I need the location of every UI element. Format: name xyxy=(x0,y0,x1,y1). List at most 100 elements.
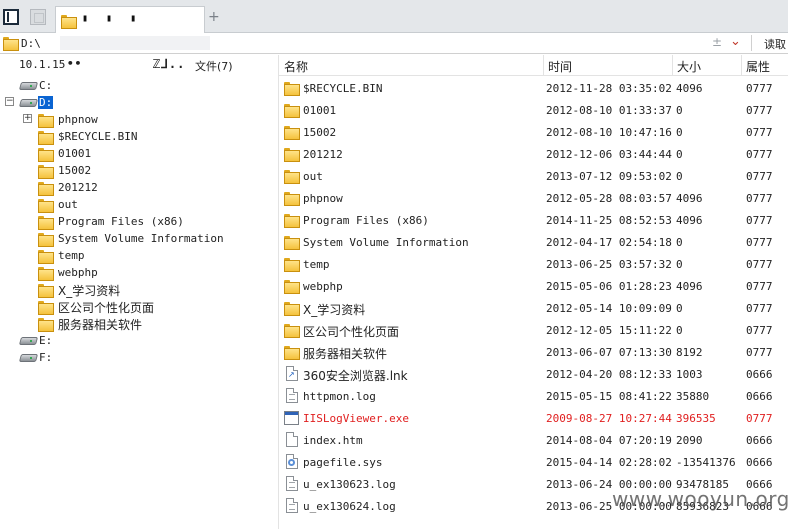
cell-time: 2013-06-25 03:57:32 xyxy=(546,258,672,271)
table-row[interactable]: ↗ 360安全浏览器.lnk 2012-04-20 08:12:33 1003 0666 xyxy=(279,363,788,385)
tree-item-f-drive[interactable]: F: xyxy=(0,349,270,366)
cell-time: 2015-05-15 08:41:22 xyxy=(546,390,672,403)
cell-attr: 0777 xyxy=(746,82,773,95)
tree-item-folder[interactable]: 服务器相关软件 xyxy=(0,315,270,332)
expand-icon[interactable]: + xyxy=(23,114,32,123)
table-row[interactable]: Program Files (x86) 2014-11-25 08:52:53 40… xyxy=(279,209,788,231)
cell-time: 2014-08-04 07:20:19 xyxy=(546,434,672,447)
tree-item-folder[interactable]: out xyxy=(0,196,270,213)
cell-name: X_学习资料 xyxy=(303,303,366,317)
cell-size: 0 xyxy=(676,148,683,161)
address-bar: D:\ ± ⌄ 读取 xyxy=(0,33,788,54)
address-highlight xyxy=(60,36,210,50)
column-divider[interactable] xyxy=(543,55,544,76)
read-button[interactable]: 读取 xyxy=(764,36,786,52)
sidebar-toggle-icon[interactable] xyxy=(3,9,19,25)
tab-active[interactable]: ▮ ▮ ▮ xyxy=(55,6,205,33)
cell-time: 2012-04-17 02:54:18 xyxy=(546,236,672,249)
tree-item-e-drive[interactable]: E: xyxy=(0,332,270,349)
watermark: www.wooyun.org xyxy=(612,487,788,511)
cell-size: 0 xyxy=(676,302,683,315)
column-header-name[interactable]: 名称 xyxy=(284,58,308,75)
cell-time: 2012-04-20 08:12:33 xyxy=(546,368,672,381)
shortcut-icon: ↗ xyxy=(286,366,298,381)
tree-item-d-drive[interactable]: − D: xyxy=(0,94,270,111)
folder-icon xyxy=(38,114,54,128)
table-row[interactable]: phpnow 2012-05-28 08:03:57 4096 0777 xyxy=(279,187,788,209)
table-row[interactable]: $RECYCLE.BIN 2012-11-28 03:35:02 4096 0777 xyxy=(279,77,788,99)
cell-name: 15002 xyxy=(303,126,337,139)
column-header-time[interactable]: 时间 xyxy=(548,58,572,75)
plus-minus-icon[interactable]: ± xyxy=(712,35,722,49)
table-row[interactable]: httpmon.log 2015-05-15 08:41:22 35880 0666 xyxy=(279,385,788,407)
cell-name: $RECYCLE.BIN xyxy=(303,82,383,95)
table-row[interactable]: pagefile.sys 2015-04-14 02:28:02 -13541376… xyxy=(279,451,788,473)
table-row[interactable]: 区公司个性化页面 2012-12-05 15:11:22 0 0777 xyxy=(279,319,788,341)
cell-size: 4096 xyxy=(676,280,703,293)
cell-name: temp xyxy=(303,258,330,271)
cell-attr: 0777 xyxy=(746,192,773,205)
table-row[interactable]: X_学习资料 2012-05-14 10:09:09 0 0777 xyxy=(279,297,788,319)
tab-bar: ▮ ▮ ▮ + xyxy=(0,0,788,33)
table-row[interactable]: index.htm 2014-08-04 07:20:19 2090 0666 xyxy=(279,429,788,451)
tree-item-folder[interactable]: X_学习资料 xyxy=(0,281,270,298)
cell-attr: 0666 xyxy=(746,390,773,403)
tree-item-folder[interactable]: 区公司个性化页面 xyxy=(0,298,270,315)
table-row[interactable]: 服务器相关软件 2013-06-07 07:13:30 8192 0777 xyxy=(279,341,788,363)
column-divider[interactable] xyxy=(672,55,673,76)
collapse-icon[interactable]: − xyxy=(5,97,14,106)
system-file-icon xyxy=(286,454,298,469)
folder-icon xyxy=(284,258,300,272)
folder-icon xyxy=(38,267,54,281)
table-row[interactable]: temp 2013-06-25 03:57:32 0 0777 xyxy=(279,253,788,275)
divider xyxy=(751,35,752,51)
directory-tree: C: − D: + phpnow $RECYCLE.BIN 01001 1500… xyxy=(0,75,278,529)
folder-icon xyxy=(284,170,300,184)
folder-icon xyxy=(284,192,300,206)
cell-name: pagefile.sys xyxy=(303,456,383,469)
table-row[interactable]: IISLogViewer.exe 2009-08-27 10:27:44 39653… xyxy=(279,407,788,429)
text-file-icon xyxy=(286,388,298,403)
table-row[interactable]: 201212 2012-12-06 03:44:44 0 0777 xyxy=(279,143,788,165)
tree-item-c-drive[interactable]: C: xyxy=(0,77,270,94)
column-divider[interactable] xyxy=(741,55,742,76)
address-input[interactable]: D:\ xyxy=(21,37,41,50)
table-row[interactable]: System Volume Information 2012-04-17 02:5… xyxy=(279,231,788,253)
cell-attr: 0777 xyxy=(746,412,773,425)
tree-item-folder[interactable]: 201212 xyxy=(0,179,270,196)
tree-item-folder[interactable]: $RECYCLE.BIN xyxy=(0,128,270,145)
tree-item-phpnow[interactable]: + phpnow xyxy=(0,111,270,128)
tree-item-label: $RECYCLE.BIN xyxy=(58,130,138,143)
chevron-down-icon[interactable]: ⌄ xyxy=(730,34,741,49)
tree-item-folder[interactable]: 15002 xyxy=(0,162,270,179)
cell-name: httpmon.log xyxy=(303,390,376,403)
folder-icon xyxy=(284,302,300,316)
tree-item-folder[interactable]: Program Files (x86) xyxy=(0,213,270,230)
column-header-attr[interactable]: 属性 xyxy=(746,58,770,75)
folder-icon xyxy=(284,236,300,250)
column-header-size[interactable]: 大小 xyxy=(677,58,701,75)
table-row[interactable]: 15002 2012-08-10 10:47:16 0 0777 xyxy=(279,121,788,143)
table-row[interactable]: out 2013-07-12 09:53:02 0 0777 xyxy=(279,165,788,187)
cell-name: 201212 xyxy=(303,148,343,161)
tree-item-folder[interactable]: System Volume Information xyxy=(0,230,270,247)
cell-name: 服务器相关软件 xyxy=(303,347,388,361)
cell-attr: 0777 xyxy=(746,214,773,227)
tree-item-folder[interactable]: 01001 xyxy=(0,145,270,162)
cell-attr: 0777 xyxy=(746,104,773,117)
window-icon[interactable] xyxy=(30,9,46,25)
folder-icon xyxy=(38,182,54,196)
tree-item-label: 区公司个性化页面 xyxy=(58,301,155,315)
cell-name: webphp xyxy=(303,280,343,293)
folder-icon xyxy=(38,131,54,145)
cell-size: 1003 xyxy=(676,368,703,381)
table-row[interactable]: webphp 2015-05-06 01:28:23 4096 0777 xyxy=(279,275,788,297)
tree-item-folder[interactable]: temp xyxy=(0,247,270,264)
tree-item-label: webphp xyxy=(58,266,98,279)
cell-size: 396535 xyxy=(676,412,716,425)
new-tab-button[interactable]: + xyxy=(208,9,220,25)
cell-time: 2012-05-14 10:09:09 xyxy=(546,302,672,315)
table-row[interactable]: 01001 2012-08-10 01:33:37 0 0777 xyxy=(279,99,788,121)
cell-size: 0 xyxy=(676,324,683,337)
tree-item-folder[interactable]: webphp xyxy=(0,264,270,281)
